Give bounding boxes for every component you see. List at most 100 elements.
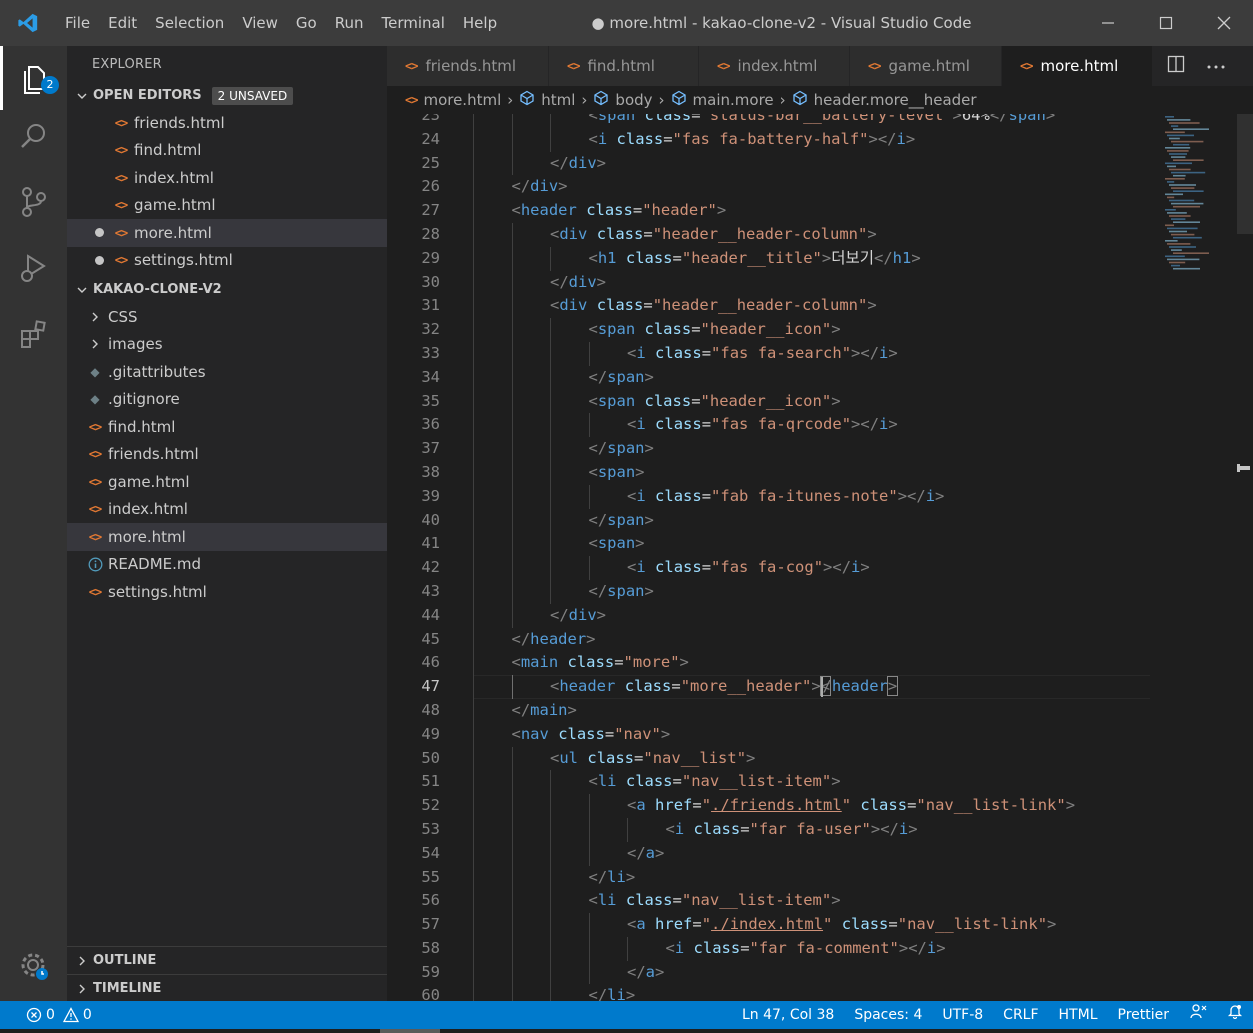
menu-go[interactable]: Go [287,0,326,46]
minimize-button[interactable] [1079,0,1137,46]
breadcrumb-item[interactable]: header.more__header [792,90,977,110]
open-editors-header[interactable]: OPEN EDITORS 2 UNSAVED [67,82,387,109]
editor-scrollbar[interactable] [1237,114,1253,1001]
extensions-activity[interactable] [0,302,67,366]
breadcrumb-item[interactable]: html [519,90,575,110]
file-item[interactable]: <> game.html [67,468,387,496]
tab-label: find.html [587,57,655,75]
git-file-icon: ◆ [90,364,100,379]
menu-help[interactable]: Help [454,0,506,46]
file-item[interactable]: ◆ .gitignore [67,386,387,414]
scrollbar-thumb[interactable] [1237,114,1253,234]
explorer-activity[interactable]: 2 [0,46,67,110]
tab-find[interactable]: <> find.html [549,46,699,86]
line-number: 30 [421,272,440,291]
code-line: 56 <li class="nav__list-item"> [387,889,1157,914]
language-mode[interactable]: HTML [1049,1001,1108,1029]
manage-activity[interactable] [0,934,67,998]
feedback-button[interactable] [1179,1001,1217,1029]
indent-guide [511,770,513,795]
window-controls [1079,0,1253,46]
indent-guide [473,413,474,438]
outline-header[interactable]: OUTLINE [67,946,387,974]
notifications-button[interactable] [1217,1001,1253,1029]
open-editor-label: game.html [134,196,216,215]
file-item[interactable]: ◆ .gitattributes [67,358,387,386]
indent-guide [550,960,551,985]
project-header[interactable]: KAKAO-CLONE-V2 [67,276,387,303]
html-file-icon: <> [88,529,102,544]
timeline-header[interactable]: TIMELINE [67,974,387,1002]
code-text: </main> [511,700,577,719]
line-number: 60 [421,986,440,1001]
file-item[interactable]: <> settings.html [67,578,387,606]
encoding[interactable]: UTF-8 [932,1001,993,1029]
menu-selection[interactable]: Selection [146,0,233,46]
tab-game[interactable]: <> game.html [850,46,1002,86]
tab-more[interactable]: <> more.html [1002,46,1153,86]
code-editor[interactable]: 23 <span class="status-bar__battery-level… [387,114,1253,1001]
error-count: 0 [46,1007,55,1023]
open-editor-item[interactable]: <> game.html [67,192,387,220]
maximize-button[interactable] [1137,0,1195,46]
menu-terminal[interactable]: Terminal [373,0,454,46]
html-file-icon: <> [114,115,128,130]
code-text: <header class="more__header"></header> [550,676,899,697]
indent-guide [550,841,551,866]
cursor-position[interactable]: Ln 47, Col 38 [732,1001,844,1029]
indent-guide [473,627,474,652]
warning-count: 0 [82,1007,92,1023]
open-editor-item[interactable]: <> find.html [67,137,387,165]
open-editor-item[interactable]: <> settings.html [67,247,387,275]
line-number: 27 [421,201,440,220]
source-control-icon [21,187,46,217]
gear-icon [21,953,48,980]
minimap[interactable] [1157,114,1237,1001]
close-window-button[interactable] [1195,0,1253,46]
file-item[interactable]: <> friends.html [67,441,387,469]
code-text: <h1 class="header__title">더보기</h1> [588,248,921,267]
folder-item[interactable]: images [67,331,387,359]
minimap-preview [1165,116,1209,270]
indent-guide [473,460,474,485]
line-number: 29 [421,248,440,267]
symbol-element-icon [671,90,687,110]
run-debug-activity[interactable] [0,236,67,300]
indent-guide [550,579,551,604]
line-number: 39 [421,486,440,505]
search-activity[interactable] [0,104,67,168]
more-actions-button[interactable] [1207,59,1225,74]
source-control-activity[interactable] [0,170,67,234]
tab-index[interactable]: <> index.html [699,46,850,86]
file-item[interactable]: README.md [67,551,387,579]
open-editor-item[interactable]: <> more.html [67,219,387,247]
open-editor-item[interactable]: <> index.html [67,164,387,192]
code-line: 32 <span class="header__icon"> [387,318,1157,342]
problems-indicator[interactable]: 0 0 [0,1007,92,1023]
menu-bar: File Edit Selection View Go Run Terminal Help [56,0,506,46]
file-item[interactable]: <> index.html [67,496,387,524]
formatter[interactable]: Prettier [1108,1001,1180,1029]
breadcrumb-item[interactable]: main.more [671,90,774,110]
indent-guide [511,865,513,890]
file-item[interactable]: <> find.html [67,413,387,441]
code-text: <span> [588,462,645,481]
menu-file[interactable]: File [56,0,99,46]
folder-item[interactable]: CSS [67,303,387,331]
indentation[interactable]: Spaces: 4 [844,1001,932,1029]
line-number: 57 [421,915,440,934]
code-text: <span class="status-bar__battery-level">… [588,114,1056,124]
tab-friends[interactable]: <> friends.html [387,46,549,86]
breadcrumb-item[interactable]: body [593,90,653,110]
line-number: 52 [421,796,440,815]
open-editor-item[interactable]: <> friends.html [67,109,387,137]
split-editor-button[interactable] [1167,55,1185,77]
indent-guide [473,437,474,461]
file-item[interactable]: <> more.html [67,523,387,551]
menu-edit[interactable]: Edit [99,0,146,46]
indent-guide [511,984,513,1001]
menu-run[interactable]: Run [326,0,373,46]
menu-view[interactable]: View [233,0,287,46]
breadcrumb-item[interactable]: <> more.html [405,91,501,109]
end-of-line[interactable]: CRLF [993,1001,1048,1029]
